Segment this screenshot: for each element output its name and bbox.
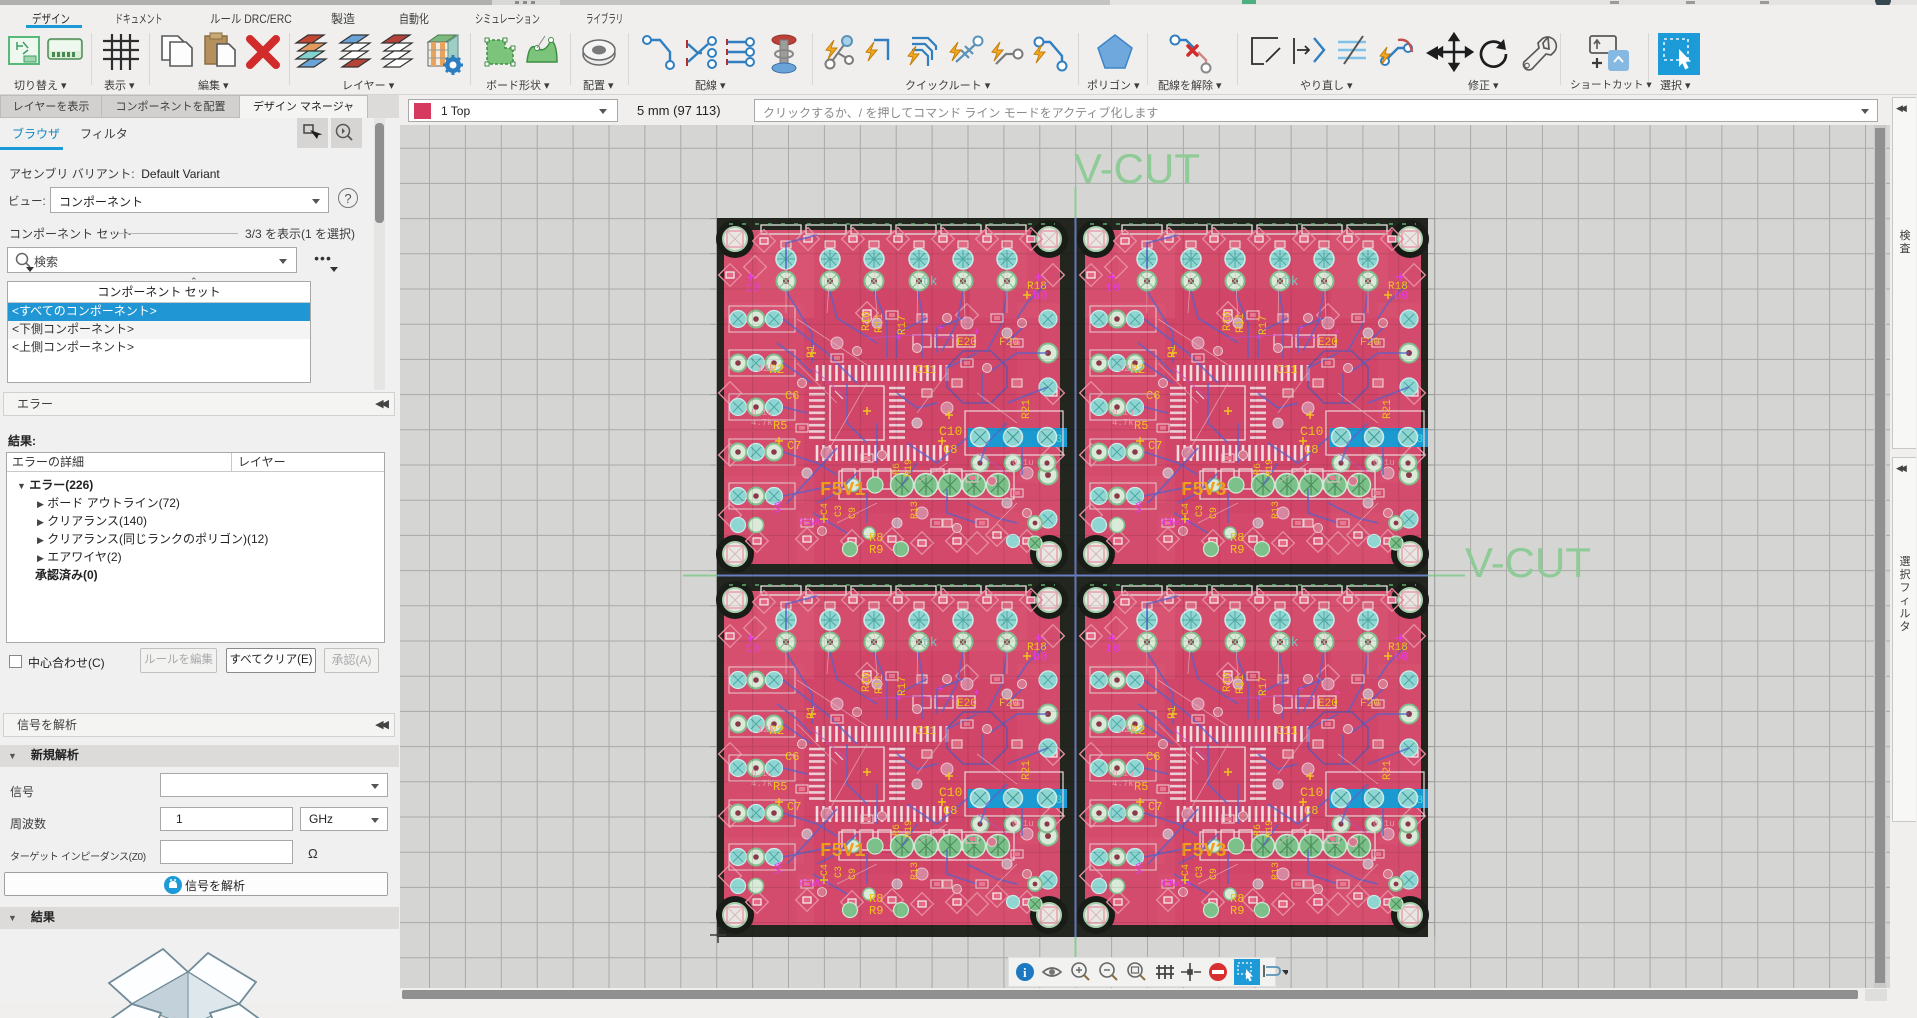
svg-text:tk: tk [922,635,938,650]
svg-text:V-CUT: V-CUT [1465,539,1591,586]
svg-text:F5V1: F5V1 [820,479,866,501]
svg-text:tk: tk [922,274,938,289]
svg-text:i: i [1023,965,1027,980]
svg-text:V-CUT: V-CUT [1074,145,1200,192]
svg-text:F5V1: F5V1 [820,840,866,862]
